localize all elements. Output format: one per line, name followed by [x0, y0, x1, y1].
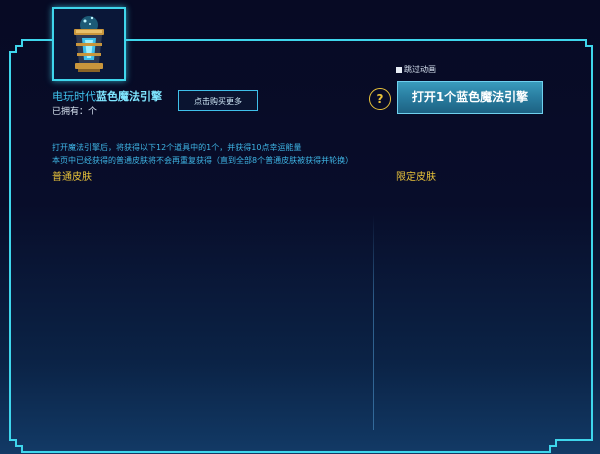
open-engine-button[interactable]: 打开1个蓝色魔法引擎 — [397, 81, 543, 114]
checkbox-square-icon[interactable] — [396, 66, 402, 73]
skip-animation-checkbox[interactable]: 跳过动画 — [396, 64, 436, 75]
description-line-1: 打开魔法引擎后，将获得以下12个道具中的1个，并获得10点幸运能量 — [52, 143, 302, 152]
help-button[interactable]: ? — [369, 88, 391, 110]
skip-animation-label: 跳过动画 — [404, 65, 436, 74]
buy-more-button[interactable]: 点击购买更多 — [178, 90, 258, 111]
item-icon-frame — [52, 7, 126, 81]
description: 打开魔法引擎后，将获得以下12个道具中的1个，并获得10点幸运能量 本页中已经获… — [52, 141, 353, 167]
page: 电玩时代蓝色魔法引擎 已拥有：个 点击购买更多 跳过动画 ? 打开1个蓝色魔法引… — [0, 0, 600, 454]
description-line-2: 本页中已经获得的普通皮肤将不会再重复获得（直到全部8个普通皮肤被获得并轮换） — [52, 156, 354, 165]
item-title: 电玩时代蓝色魔法引擎 — [52, 88, 162, 104]
limited-skins-heading: 限定皮肤 — [396, 172, 436, 183]
normal-skins-heading: 普通皮肤 — [52, 172, 92, 183]
item-title-prefix: 电玩时代 — [52, 90, 96, 103]
owned-count: 已拥有：个 — [52, 107, 98, 117]
section-divider — [373, 215, 374, 430]
item-title-highlight: 蓝色魔法引擎 — [96, 90, 162, 103]
blue-magic-engine-lantern-icon — [74, 16, 104, 72]
